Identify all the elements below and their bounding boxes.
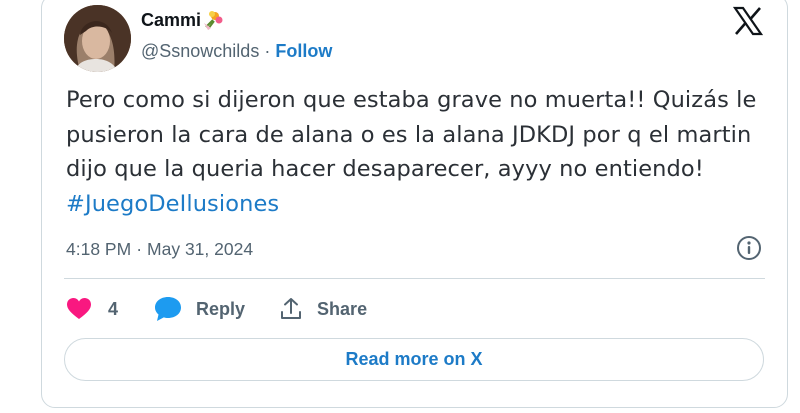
info-icon[interactable] [736,235,762,261]
read-more-label: Read more on X [345,349,483,369]
avatar-photo [64,5,131,72]
avatar[interactable] [64,5,131,72]
author-name-row: Cammi [141,9,224,31]
author-handle-row: @Ssnowchilds · Follow [141,41,332,62]
separator-dot: · [136,239,143,259]
bouquet-emoji-icon [204,11,223,30]
tweet-date: May 31, 2024 [147,239,254,259]
like-count: 4 [108,298,119,319]
tweet-actions: 4 Reply Share [66,293,367,325]
reply-label: Reply [196,298,246,319]
speech-bubble-icon [155,297,182,321]
divider [64,278,765,279]
share-upload-icon [281,298,302,319]
like-button[interactable]: 4 [66,297,118,321]
hashtag-link[interactable]: #JuegoDeIlusiones [66,191,279,217]
tweet-timestamp[interactable]: 4:18 PM · May 31, 2024 [66,239,253,260]
reply-button[interactable]: Reply [154,296,245,322]
author-name[interactable]: Cammi [141,10,201,31]
share-button[interactable]: Share [279,297,367,321]
tweet-card: Cammi @Ssnowchilds · Follow Pero como si… [41,0,788,408]
tweet-body: Pero como si dijeron que estaba grave no… [66,87,757,182]
x-logo-icon[interactable] [733,6,763,36]
tweet-time: 4:18 PM [66,239,132,259]
separator-dot: · [264,41,271,61]
follow-link[interactable]: Follow [275,41,332,62]
share-label: Share [317,298,368,319]
read-more-button[interactable]: Read more on X [64,338,764,381]
author-handle[interactable]: @Ssnowchilds [141,41,259,62]
tweet-text: Pero como si dijeron que estaba grave no… [66,83,766,221]
heart-icon [67,298,91,319]
